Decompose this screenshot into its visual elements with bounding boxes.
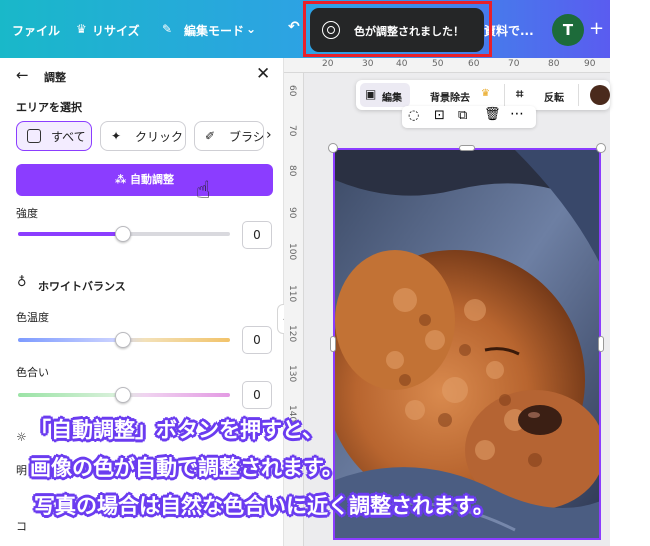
image-icon bbox=[27, 129, 41, 143]
temperature-value[interactable]: 0 bbox=[242, 326, 272, 354]
ruler-tick: 20 bbox=[322, 59, 334, 69]
resize-handle[interactable] bbox=[330, 336, 336, 352]
sparkle-cursor-icon: ✦ bbox=[111, 129, 122, 143]
crop-icon[interactable]: ⌗ bbox=[516, 87, 523, 102]
tint-slider-knob[interactable] bbox=[115, 387, 131, 403]
ruler-tick: 30 bbox=[362, 59, 374, 69]
more-icon[interactable]: ⋯ bbox=[510, 106, 524, 122]
area-select-heading: エリアを選択 bbox=[16, 101, 82, 114]
white-balance-heading: ホワイトバランス bbox=[38, 280, 126, 293]
crown-icon: ♛ bbox=[76, 22, 87, 36]
hand-cursor-icon: ☝ bbox=[196, 176, 211, 204]
ruler-tick: 60 bbox=[468, 59, 480, 69]
duplicate-icon[interactable]: ⧉ bbox=[458, 108, 467, 123]
close-icon[interactable]: ✕ bbox=[256, 64, 270, 84]
chevron-right-icon[interactable]: › bbox=[266, 127, 272, 143]
chip-brush-label: ブラシ bbox=[229, 130, 264, 144]
auto-adjust-button[interactable]: ⁂ 自動調整 bbox=[16, 164, 273, 196]
dog-illustration bbox=[335, 150, 599, 538]
pencil-icon: ✎ bbox=[162, 22, 173, 36]
ruler-tick: 90 bbox=[584, 59, 596, 69]
intensity-slider-knob[interactable] bbox=[115, 226, 131, 242]
tint-value[interactable]: 0 bbox=[242, 381, 272, 409]
chevron-down-icon[interactable]: ⌄ bbox=[246, 22, 256, 36]
chip-brush[interactable]: ✐ ブラシ bbox=[194, 121, 264, 151]
bg-remove-button[interactable]: 背景除去 bbox=[430, 89, 470, 104]
caption-line-2: 画像の色が自動で調整されます。 bbox=[30, 456, 343, 480]
chip-all-label: すべて bbox=[51, 130, 86, 144]
resize-handle[interactable] bbox=[596, 143, 606, 153]
brightness-label-partial: 明 bbox=[16, 464, 27, 477]
flip-button[interactable]: 反転 bbox=[544, 89, 564, 104]
ruler-tick: 130 bbox=[287, 365, 297, 383]
ruler-tick: 70 bbox=[508, 59, 520, 69]
image-edit-icon: ▣ bbox=[365, 87, 377, 101]
chip-click[interactable]: ✦ クリック bbox=[100, 121, 186, 151]
intensity-value[interactable]: 0 bbox=[242, 221, 272, 249]
ruler-tick: 60 bbox=[287, 85, 297, 97]
magic-wand-icon: ⁂ bbox=[114, 173, 131, 186]
undo-icon[interactable]: ↶ bbox=[288, 19, 300, 35]
ruler-tick: 40 bbox=[396, 59, 408, 69]
caption-line-3: 写真の場合は自然な色合いに近く調整されます。 bbox=[34, 494, 494, 518]
crown-icon: ♛ bbox=[481, 88, 490, 99]
resize-handle[interactable] bbox=[598, 336, 604, 352]
file-menu[interactable]: ファイル bbox=[12, 22, 60, 39]
dog-photo[interactable] bbox=[333, 148, 601, 540]
intensity-label: 強度 bbox=[16, 207, 38, 220]
lock-icon[interactable]: ⊡ bbox=[434, 108, 445, 123]
tint-label: 色合い bbox=[16, 366, 49, 379]
avatar[interactable]: T bbox=[552, 14, 584, 46]
brush-icon: ✐ bbox=[205, 129, 216, 143]
temperature-label: 色温度 bbox=[16, 311, 49, 324]
divider bbox=[504, 84, 505, 106]
caption-line-1: 「自動調整」ボタンを押すと、 bbox=[30, 418, 324, 442]
ruler-tick: 100 bbox=[287, 243, 297, 261]
back-arrow-icon[interactable]: ← bbox=[16, 66, 29, 84]
panel-title: 調整 bbox=[44, 71, 66, 84]
ruler-tick: 80 bbox=[548, 59, 560, 69]
ruler-tick: 120 bbox=[287, 325, 297, 343]
context-menu-bar: ◌ ⊡ ⧉ 🗑 ⋯ bbox=[402, 106, 536, 128]
highlight-frame bbox=[303, 1, 492, 57]
color-swatch[interactable] bbox=[590, 85, 610, 105]
auto-adjust-label: 自動調整 bbox=[130, 173, 175, 186]
plus-icon[interactable]: + bbox=[589, 18, 604, 39]
ruler-tick: 50 bbox=[432, 59, 444, 69]
edit-mode-button[interactable]: 編集モード bbox=[184, 22, 244, 39]
resize-handle[interactable] bbox=[328, 143, 338, 153]
divider bbox=[578, 84, 579, 106]
resize-handle[interactable] bbox=[459, 145, 475, 151]
sun-icon: ☼ bbox=[16, 430, 27, 444]
temperature-slider-knob[interactable] bbox=[115, 332, 131, 348]
ruler-top: 20 30 40 50 60 70 80 90 bbox=[284, 58, 610, 73]
chip-all[interactable]: すべて bbox=[16, 121, 92, 151]
resize-button[interactable]: リサイズ bbox=[92, 22, 140, 39]
contrast-label-partial: コ bbox=[16, 520, 27, 533]
lightbulb-icon: ♁ bbox=[17, 275, 27, 290]
trash-icon[interactable]: 🗑 bbox=[484, 107, 501, 122]
ruler-tick: 110 bbox=[287, 285, 297, 303]
ruler-tick: 90 bbox=[287, 207, 297, 219]
ruler-tick: 80 bbox=[287, 165, 297, 177]
ruler-tick: 70 bbox=[287, 125, 297, 137]
chip-click-label: クリック bbox=[135, 130, 184, 144]
edit-label: 編集 bbox=[382, 93, 402, 104]
comment-icon[interactable]: ◌ bbox=[408, 108, 419, 123]
